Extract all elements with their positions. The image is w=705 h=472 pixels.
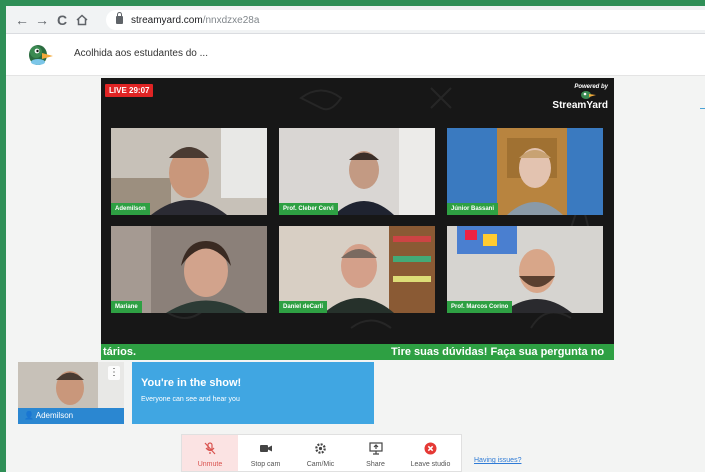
panel-divider <box>700 108 705 109</box>
participant-video <box>279 226 435 313</box>
self-name-label: 👤 Ademilson <box>18 408 124 424</box>
participant-tile[interactable]: Prof. Cleber Cervi <box>279 128 435 215</box>
status-title: You're in the show! <box>141 377 242 389</box>
leave-studio-button[interactable]: Leave studio <box>403 435 458 471</box>
close-circle-icon <box>424 442 437 455</box>
participant-tile[interactable]: Prof. Marcos Corino <box>447 226 603 313</box>
stage-canvas: LIVE 29:07 Powered by StreamYard Ademils… <box>101 78 614 344</box>
more-options-icon[interactable]: ⋮ <box>108 366 120 380</box>
participant-video <box>111 226 267 313</box>
participant-video <box>279 128 435 215</box>
participant-tile[interactable]: Júnior Bassani <box>447 128 603 215</box>
status-subtitle: Everyone can see and hear you <box>141 396 240 403</box>
gear-icon <box>315 443 326 454</box>
participant-tile[interactable]: Daniel deCarli <box>279 226 435 313</box>
mic-off-icon <box>204 442 216 455</box>
participant-video <box>111 128 267 215</box>
browser-window: ← → C streamyard.com/nnxdzxe28a Acolhida… <box>6 6 705 472</box>
home-icon[interactable] <box>72 10 92 30</box>
participant-name: Daniel deCarli <box>279 301 328 313</box>
participant-name: Prof. Marcos Corino <box>447 301 513 313</box>
stage-area: LIVE 29:07 Powered by StreamYard Ademils… <box>101 78 614 360</box>
control-bar: Unmute Stop cam Cam/Mic Share Leave stud… <box>181 434 462 472</box>
participant-name: Prof. Cleber Cervi <box>279 203 338 215</box>
forward-icon[interactable]: → <box>32 10 52 30</box>
cam-mic-label: Cam/Mic <box>306 461 335 468</box>
ticker-banner: tários. Tire suas dúvidas! Faça sua perg… <box>101 344 614 360</box>
status-box: You're in the show! Everyone can see and… <box>132 362 374 424</box>
unmute-button[interactable]: Unmute <box>182 435 238 471</box>
streamyard-logo-icon[interactable] <box>26 42 54 68</box>
share-screen-icon <box>368 442 383 455</box>
ticker-text-left: tários. <box>103 346 137 358</box>
broadcast-title[interactable]: Acolhida aos estudantes do ... <box>74 48 208 59</box>
self-name: Ademilson <box>35 411 74 420</box>
participant-name: Júnior Bassani <box>447 203 499 215</box>
address-bar[interactable]: streamyard.com/nnxdzxe28a <box>106 10 705 30</box>
cam-mic-button[interactable]: Cam/Mic <box>293 435 348 471</box>
url-path: /nnxdzxe28a <box>202 14 260 26</box>
participant-name: Mariane <box>111 301 142 313</box>
stop-cam-button[interactable]: Stop cam <box>238 435 293 471</box>
stop-cam-label: Stop cam <box>250 461 281 468</box>
participant-tile[interactable]: Ademilson <box>111 128 267 215</box>
participant-tile[interactable]: Mariane <box>111 226 267 313</box>
having-issues-link[interactable]: Having issues? <box>474 457 521 464</box>
leave-studio-label: Leave studio <box>410 461 451 468</box>
ticker-text-right: Tire suas dúvidas! Faça sua pergunta no <box>391 346 605 358</box>
share-button[interactable]: Share <box>348 435 403 471</box>
browser-toolbar: ← → C streamyard.com/nnxdzxe28a <box>6 6 705 34</box>
unmute-label: Unmute <box>197 461 223 468</box>
share-label: Share <box>366 461 385 468</box>
participant-video <box>447 226 603 313</box>
live-badge: LIVE 29:07 <box>105 84 154 97</box>
back-icon[interactable]: ← <box>12 10 32 30</box>
camera-icon <box>259 445 272 452</box>
app-header: Acolhida aos estudantes do ... <box>6 34 705 76</box>
streamyard-small-logo-icon <box>581 91 596 99</box>
user-icon: 👤 <box>24 411 34 420</box>
participant-video <box>447 128 603 215</box>
reload-icon[interactable]: C <box>52 10 72 30</box>
brand-name: StreamYard <box>552 100 608 111</box>
participant-name: Ademilson <box>111 203 150 215</box>
url-host: streamyard.com <box>131 14 203 26</box>
lock-icon <box>116 12 123 24</box>
